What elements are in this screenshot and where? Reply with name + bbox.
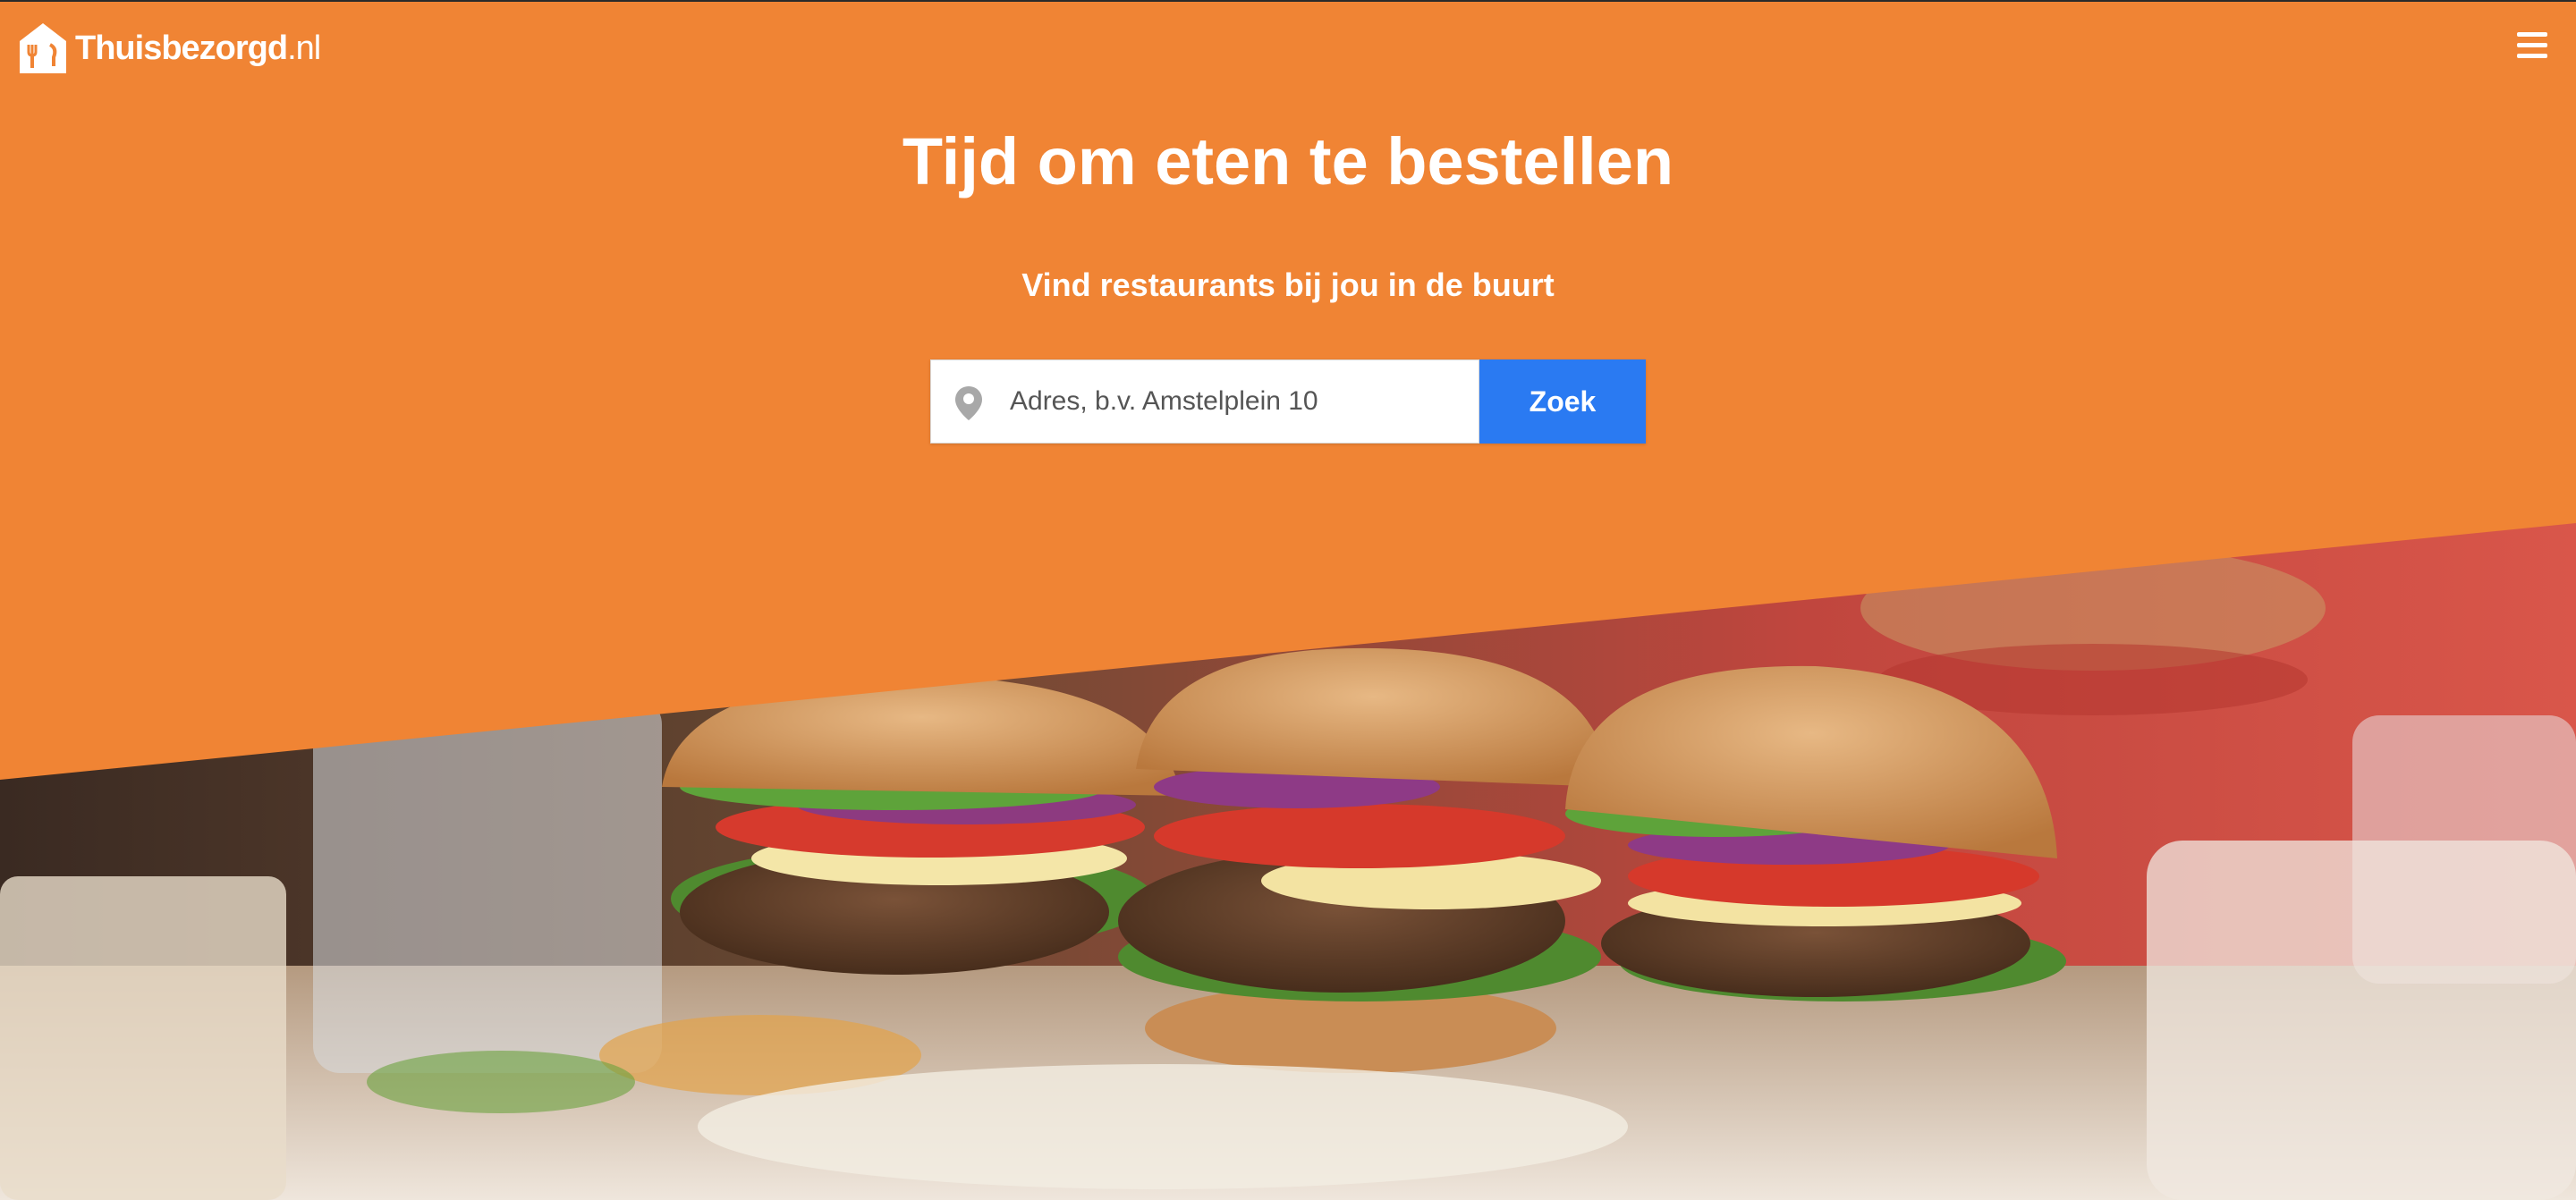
menu-bar — [2517, 43, 2547, 47]
menu-bar — [2517, 54, 2547, 58]
top-border — [0, 0, 2576, 2]
brand-name: Thuisbezorgd — [75, 29, 288, 67]
hero-title: Tijd om eten te bestellen — [902, 124, 1674, 199]
address-search-form: Zoek — [930, 359, 1646, 444]
address-field[interactable] — [930, 359, 1479, 444]
address-input[interactable] — [1008, 385, 1459, 418]
hero-subtitle: Vind restaurants bij jou in de buurt — [1021, 266, 1555, 303]
hamburger-menu-icon[interactable] — [2517, 32, 2549, 61]
search-button[interactable]: Zoek — [1479, 359, 1646, 444]
menu-bar — [2517, 32, 2547, 37]
location-pin-icon — [955, 386, 982, 420]
house-logo-icon — [20, 23, 66, 73]
brand-logo[interactable]: Thuisbezorgd .nl — [18, 20, 321, 77]
brand-tld: .nl — [287, 29, 321, 67]
